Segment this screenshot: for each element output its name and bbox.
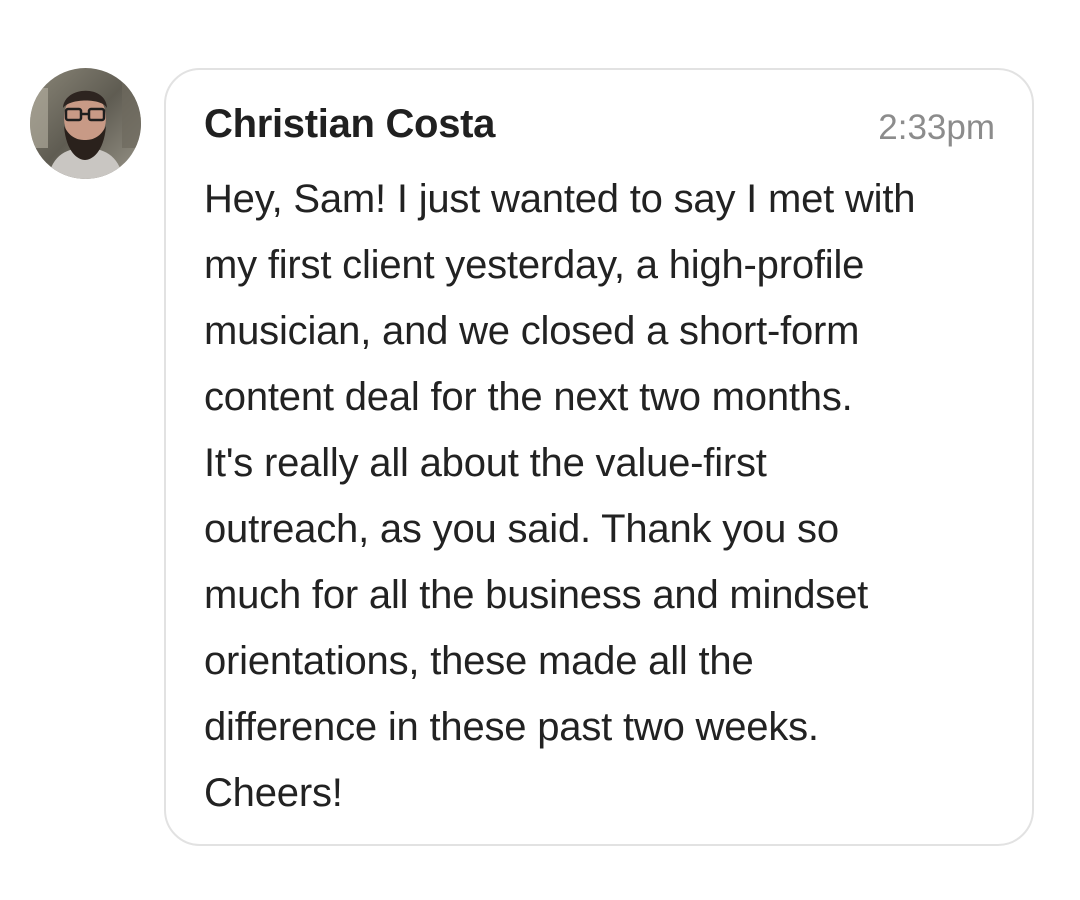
message-line: It's really all about the value-first bbox=[204, 441, 767, 485]
message-bubble[interactable]: Christian Costa 2:33pm Hey, Sam! I just … bbox=[164, 68, 1034, 846]
sender-name: Christian Costa bbox=[204, 102, 496, 146]
message-line: orientations, these made all the bbox=[204, 639, 754, 683]
message-line: Cheers! bbox=[204, 771, 343, 815]
message-timestamp: 2:33pm bbox=[878, 108, 995, 147]
message-body: Hey, Sam! I just wanted to say I met wit… bbox=[204, 166, 1004, 826]
message-line: difference in these past two weeks. bbox=[204, 705, 819, 749]
message-line: content deal for the next two months. bbox=[204, 375, 853, 419]
message-line: musician, and we closed a short-form bbox=[204, 309, 860, 353]
message-line: Hey, Sam! I just wanted to say I met wit… bbox=[204, 177, 916, 221]
avatar-photo-icon bbox=[30, 68, 141, 179]
message-line: my first client yesterday, a high-profil… bbox=[204, 243, 865, 287]
message-line: much for all the business and mindset bbox=[204, 573, 869, 617]
message-line: outreach, as you said. Thank you so bbox=[204, 507, 839, 551]
avatar[interactable] bbox=[30, 68, 141, 179]
